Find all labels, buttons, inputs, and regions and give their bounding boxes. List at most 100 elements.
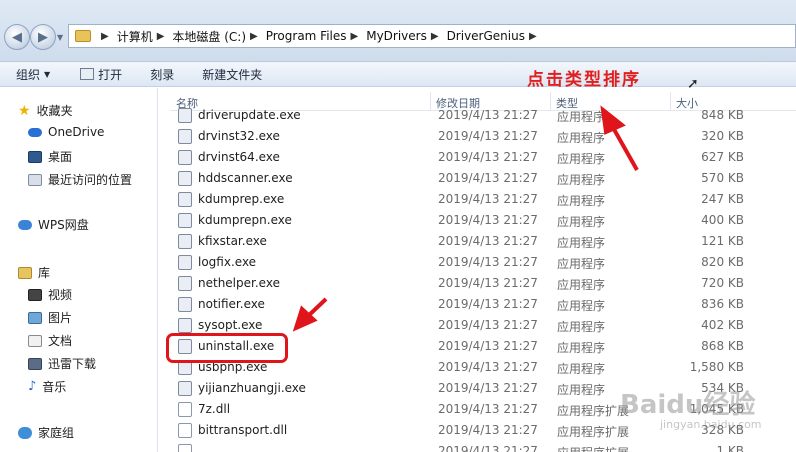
breadcrumb-computer[interactable]: 计算机 [117, 28, 153, 45]
watermark-url: jingyan.baidu.com [660, 418, 762, 431]
document-icon [28, 334, 42, 347]
file-date: 2019/4/13 21:27 [438, 192, 538, 206]
exe-file-icon [178, 150, 192, 165]
new-folder-button[interactable]: 新建文件夹 [202, 66, 262, 83]
nav-favorites[interactable]: ★ 收藏夹 [18, 102, 73, 119]
forward-arrow-icon: ▶ [38, 29, 48, 45]
file-name: 7z.dll [198, 402, 231, 416]
file-size: 868 KB [701, 339, 744, 353]
burn-button[interactable]: 刻录 [150, 66, 174, 83]
folder-icon [75, 30, 91, 42]
file-row[interactable]: kdumprep.exe 2019/4/13 21:27 应用程序 247 KB [170, 189, 796, 210]
file-type: 应用程序扩展 [557, 444, 629, 452]
chevron-right-icon[interactable]: ▶ [101, 31, 109, 42]
nav-desktop[interactable]: 桌面 [28, 148, 72, 165]
recent-places-icon [28, 173, 42, 186]
exe-file-icon [178, 129, 192, 144]
nav-wps[interactable]: WPS网盘 [18, 216, 89, 233]
file-size: 400 KB [701, 213, 744, 227]
nav-homegroup-label: 家庭组 [38, 426, 75, 440]
breadcrumb-drivergenius[interactable]: DriverGenius [447, 29, 525, 43]
file-date: 2019/4/13 21:27 [438, 276, 538, 290]
file-type: 应用程序扩展 [557, 425, 630, 439]
desktop-icon [28, 150, 42, 163]
open-button[interactable]: 打开 [80, 66, 122, 83]
chevron-right-icon[interactable]: ▶ [529, 31, 537, 42]
nav-library[interactable]: 库 [18, 264, 50, 281]
file-row[interactable]: logfix.exe 2019/4/13 21:27 应用程序 820 KB [170, 252, 796, 273]
chevron-right-icon[interactable]: ▶ [431, 31, 439, 42]
address-bar-area: ◀ ▶ ▼ ▶ 计算机 ▶ 本地磁盘 (C:) ▶ Program Files … [0, 0, 796, 62]
file-size: 570 KB [701, 171, 744, 185]
breadcrumb-mydrivers[interactable]: MyDrivers [366, 29, 427, 43]
file-type: 应用程序 [557, 110, 606, 124]
file-type: 应用程序扩展 [557, 404, 630, 418]
forward-button[interactable]: ▶ [30, 24, 56, 50]
file-type: 应用程序 [557, 299, 606, 313]
watermark-logo: Baidu经验 [620, 390, 756, 420]
nav-wps-label: WPS网盘 [38, 218, 89, 232]
file-date: 2019/4/13 21:27 [438, 318, 538, 332]
nav-recent[interactable]: 最近访问的位置 [28, 171, 132, 188]
nav-xunlei[interactable]: 迅雷下载 [28, 355, 96, 372]
file-row[interactable]: 2019/4/13 21:27 应用程序扩展 1 KB [170, 441, 796, 452]
library-icon [18, 266, 32, 279]
file-type: 应用程序 [557, 236, 606, 250]
file-type: 应用程序 [557, 194, 606, 208]
chevron-right-icon[interactable]: ▶ [351, 31, 359, 42]
nav-music[interactable]: ♪ 音乐 [28, 378, 66, 395]
nav-videos[interactable]: 视频 [28, 286, 72, 303]
file-type: 应用程序 [557, 131, 606, 145]
file-name: kfixstar.exe [198, 234, 267, 248]
file-row[interactable]: driverupdate.exe 2019/4/13 21:27 应用程序 848 K… [170, 108, 796, 126]
file-row[interactable]: drvinst64.exe 2019/4/13 21:27 应用程序 627 KB [170, 147, 796, 168]
organize-label: 组织 [16, 67, 41, 82]
nav-pictures[interactable]: 图片 [28, 309, 72, 326]
breadcrumb-program-files[interactable]: Program Files [266, 29, 347, 43]
music-note-icon: ♪ [28, 379, 37, 394]
file-name: drvinst64.exe [198, 150, 280, 164]
recent-pages-dropdown-icon[interactable]: ▼ [57, 33, 63, 42]
file-type: 应用程序 [557, 362, 606, 376]
exe-file-icon [178, 192, 192, 207]
file-row[interactable]: kdumprepn.exe 2019/4/13 21:27 应用程序 400 KB [170, 210, 796, 231]
file-name: kdumprep.exe [198, 192, 285, 206]
breadcrumb[interactable]: ▶ 计算机 ▶ 本地磁盘 (C:) ▶ Program Files ▶ MyDr… [68, 24, 796, 48]
dll-file-icon [178, 402, 192, 417]
breadcrumb-local-disk[interactable]: 本地磁盘 (C:) [172, 28, 246, 45]
file-row[interactable]: hddscanner.exe 2019/4/13 21:27 应用程序 570 KB [170, 168, 796, 189]
file-size: 121 KB [701, 234, 744, 248]
exe-file-icon [178, 318, 192, 333]
file-date: 2019/4/13 21:27 [438, 234, 538, 248]
file-size: 1 KB [716, 444, 744, 452]
nav-homegroup[interactable]: 家庭组 [18, 424, 74, 441]
chevron-right-icon[interactable]: ▶ [157, 31, 165, 42]
file-name: nethelper.exe [198, 276, 280, 290]
wps-cloud-icon [18, 219, 32, 230]
file-row[interactable]: nethelper.exe 2019/4/13 21:27 应用程序 720 KB [170, 273, 796, 294]
file-name: bittransport.dll [198, 423, 288, 437]
file-row[interactable]: kfixstar.exe 2019/4/13 21:27 应用程序 121 KB [170, 231, 796, 252]
nav-music-label: 音乐 [42, 380, 67, 394]
nav-favorites-label: 收藏夹 [36, 104, 73, 118]
burn-label: 刻录 [150, 67, 175, 82]
chevron-right-icon[interactable]: ▶ [250, 31, 258, 42]
exe-file-icon [178, 297, 192, 312]
nav-onedrive[interactable]: OneDrive [28, 125, 104, 139]
file-size: 720 KB [701, 276, 744, 290]
organize-button[interactable]: 组织 ▼ [16, 66, 50, 83]
file-name: kdumprepn.exe [198, 213, 292, 227]
file-size: 848 KB [701, 108, 744, 122]
back-button[interactable]: ◀ [4, 24, 30, 50]
dll-file-icon [178, 423, 192, 438]
file-size: 627 KB [701, 150, 744, 164]
file-row[interactable]: notifier.exe 2019/4/13 21:27 应用程序 836 KB [170, 294, 796, 315]
nav-documents[interactable]: 文档 [28, 332, 72, 349]
back-arrow-icon: ◀ [12, 29, 22, 45]
command-bar: 组织 ▼ 打开 刻录 新建文件夹 [0, 62, 796, 87]
homegroup-icon [18, 426, 32, 439]
file-row[interactable]: drvinst32.exe 2019/4/13 21:27 应用程序 320 KB [170, 126, 796, 147]
file-date: 2019/4/13 21:27 [438, 129, 538, 143]
file-date: 2019/4/13 21:27 [438, 213, 538, 227]
file-date: 2019/4/13 21:27 [438, 297, 538, 311]
